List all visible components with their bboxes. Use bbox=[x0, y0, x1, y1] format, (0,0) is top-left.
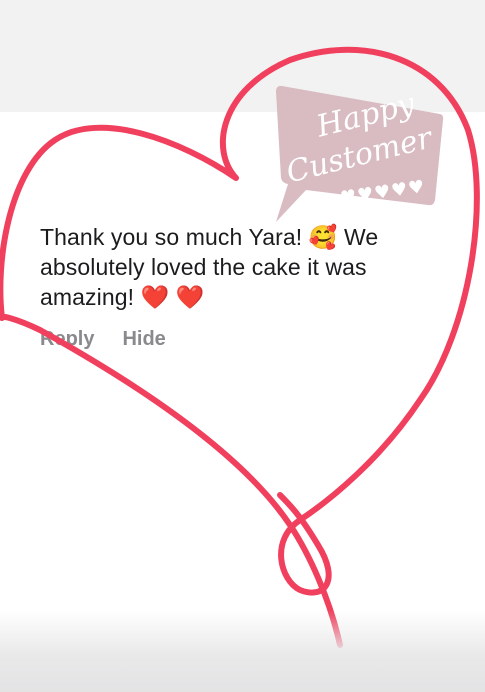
comment-text: Thank you so much Yara! 🥰 We absolutely … bbox=[40, 224, 379, 310]
hide-button[interactable]: Hide bbox=[122, 328, 165, 351]
bottom-fade bbox=[0, 610, 485, 692]
comment-actions: Reply Hide bbox=[40, 328, 166, 351]
reply-button[interactable]: Reply bbox=[40, 328, 94, 351]
